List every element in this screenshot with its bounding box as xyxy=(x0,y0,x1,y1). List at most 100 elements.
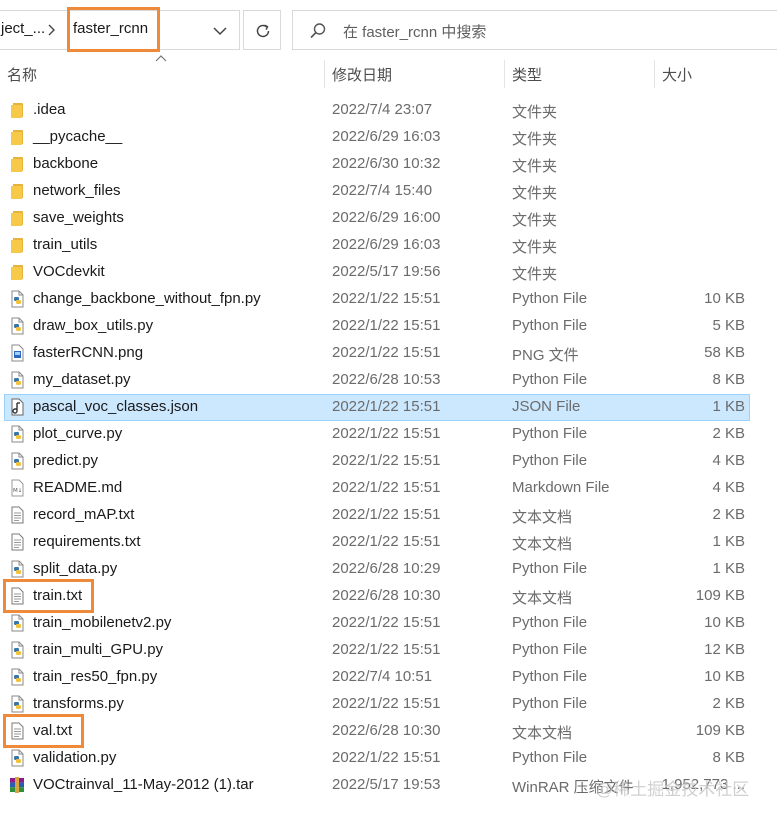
file-row[interactable]: train_multi_GPU.py 2022/1/22 15:51 Python … xyxy=(0,637,777,664)
file-row[interactable]: draw_box_utils.py 2022/1/22 15:51 Python F… xyxy=(0,313,777,340)
file-modified-date: 2022/1/22 15:51 xyxy=(332,533,441,550)
breadcrumb-current-highlight[interactable]: faster_rcnn xyxy=(67,7,160,52)
column-header-name[interactable]: 名称 xyxy=(7,64,37,85)
file-type: Python File xyxy=(512,425,588,442)
file-size: 2 KB xyxy=(712,695,745,712)
file-type: Python File xyxy=(512,641,588,658)
file-modified-date: 2022/1/22 15:51 xyxy=(332,641,441,658)
file-type: Python File xyxy=(512,317,588,334)
file-type: PNG 文件 xyxy=(512,347,579,364)
file-row[interactable]: backbone 2022/6/30 10:32 文件夹 xyxy=(0,151,777,178)
file-row[interactable]: save_weights 2022/6/29 16:00 文件夹 xyxy=(0,205,777,232)
file-modified-date: 2022/7/4 23:07 xyxy=(332,101,433,118)
file-type: Python File xyxy=(512,695,588,712)
column-header-type[interactable]: 类型 xyxy=(512,64,542,85)
file-modified-date: 2022/1/22 15:51 xyxy=(332,749,441,766)
file-size: 10 KB xyxy=(704,290,745,307)
file-name: split_data.py xyxy=(33,560,118,577)
file-name: train_multi_GPU.py xyxy=(33,641,164,658)
python-file-icon xyxy=(8,425,26,443)
file-modified-date: 2022/6/30 10:32 xyxy=(332,155,441,172)
file-row[interactable]: VOCdevkit 2022/5/17 19:56 文件夹 xyxy=(0,259,777,286)
search-box[interactable]: 在 faster_rcnn 中搜索 xyxy=(292,10,777,50)
file-name: validation.py xyxy=(33,749,117,766)
file-row[interactable]: __pycache__ 2022/6/29 16:03 文件夹 xyxy=(0,124,777,151)
file-modified-date: 2022/6/29 16:03 xyxy=(332,236,441,253)
chevron-down-icon[interactable] xyxy=(213,26,227,36)
file-row[interactable]: my_dataset.py 2022/6/28 10:53 Python File 8… xyxy=(0,367,777,394)
column-header-row: 名称 修改日期 类型 大小 xyxy=(0,55,777,88)
file-modified-date: 2022/1/22 15:51 xyxy=(332,506,441,523)
file-row[interactable]: requirements.txt 2022/1/22 15:51 文本文档 1 KB xyxy=(0,529,777,556)
file-type: Python File xyxy=(512,371,588,388)
file-row[interactable]: change_backbone_without_fpn.py 2022/1/22 … xyxy=(0,286,777,313)
file-row[interactable]: train_utils 2022/6/29 16:03 文件夹 xyxy=(0,232,777,259)
file-size: 5 KB xyxy=(712,317,745,334)
column-divider[interactable] xyxy=(654,60,655,88)
python-file-icon xyxy=(8,452,26,470)
png-file-icon xyxy=(8,344,26,362)
file-size: 58 KB xyxy=(704,344,745,361)
search-input[interactable]: 在 faster_rcnn 中搜索 xyxy=(343,21,486,42)
file-modified-date: 2022/1/22 15:51 xyxy=(332,317,441,334)
annotation-highlight-box xyxy=(3,579,95,613)
file-name: change_backbone_without_fpn.py xyxy=(33,290,261,307)
file-row[interactable]: split_data.py 2022/6/28 10:29 Python File 1… xyxy=(0,556,777,583)
file-type: Python File xyxy=(512,452,588,469)
file-row[interactable]: train_res50_fpn.py 2022/7/4 10:51 Python F… xyxy=(0,664,777,691)
chevron-right-icon[interactable] xyxy=(47,24,56,36)
file-size: 8 KB xyxy=(712,371,745,388)
file-type: JSON File xyxy=(512,398,581,415)
file-type: 文本文档 xyxy=(512,725,573,742)
file-name: my_dataset.py xyxy=(33,371,131,388)
column-divider[interactable] xyxy=(504,60,505,88)
column-header-size[interactable]: 大小 xyxy=(662,64,692,85)
sort-ascending-icon xyxy=(155,55,167,62)
folder-icon xyxy=(8,155,26,173)
file-size: 8 KB xyxy=(712,749,745,766)
column-header-date[interactable]: 修改日期 xyxy=(332,64,392,85)
file-type: 文本文档 xyxy=(512,536,573,553)
file-row[interactable]: .idea 2022/7/4 23:07 文件夹 xyxy=(0,97,777,124)
file-modified-date: 2022/6/28 10:29 xyxy=(332,560,441,577)
file-name: pascal_voc_classes.json xyxy=(33,398,199,415)
file-row[interactable]: train_mobilenetv2.py 2022/1/22 15:51 Pytho… xyxy=(0,610,777,637)
file-name: backbone xyxy=(33,155,99,172)
breadcrumb-parent[interactable]: ject_... xyxy=(1,20,45,37)
file-row[interactable]: val.txt 2022/6/28 10:30 文本文档 109 KB xyxy=(0,714,777,748)
folder-icon xyxy=(8,236,26,254)
search-icon xyxy=(310,23,326,39)
watermark: @稀土掘金技术社区 xyxy=(596,780,750,799)
file-row[interactable]: transforms.py 2022/1/22 15:51 Python File 2… xyxy=(0,691,777,718)
folder-icon xyxy=(8,128,26,146)
file-row[interactable]: predict.py 2022/1/22 15:51 Python File 4 KB xyxy=(0,448,777,475)
python-file-icon xyxy=(8,371,26,389)
file-size: 10 KB xyxy=(704,614,745,631)
refresh-button[interactable] xyxy=(243,10,281,50)
file-name: predict.py xyxy=(33,452,99,469)
file-size: 109 KB xyxy=(695,587,745,604)
file-name: VOCdevkit xyxy=(33,263,105,280)
file-row[interactable]: fasterRCNN.png 2022/1/22 15:51 PNG 文件 58 KB xyxy=(0,340,777,367)
file-row[interactable]: train.txt 2022/6/28 10:30 文本文档 109 KB xyxy=(0,579,777,613)
file-name: draw_box_utils.py xyxy=(33,317,154,334)
column-divider[interactable] xyxy=(324,60,325,88)
svg-text:M↓: M↓ xyxy=(13,487,22,494)
file-type: 文件夹 xyxy=(512,158,558,175)
file-type: Python File xyxy=(512,614,588,631)
file-row[interactable]: M↓ README.md 2022/1/22 15:51 Markdown File 4… xyxy=(0,475,777,502)
file-row[interactable]: pascal_voc_classes.json 2022/1/22 15:51 JS… xyxy=(0,394,777,421)
json-file-icon xyxy=(8,398,26,416)
file-type: Python File xyxy=(512,668,588,685)
file-type: 文件夹 xyxy=(512,131,558,148)
file-name: requirements.txt xyxy=(33,533,141,550)
file-type: 文件夹 xyxy=(512,266,558,283)
file-row[interactable]: plot_curve.py 2022/1/22 15:51 Python File 2… xyxy=(0,421,777,448)
file-modified-date: 2022/6/28 10:30 xyxy=(332,722,441,739)
file-row[interactable]: validation.py 2022/1/22 15:51 Python File 8… xyxy=(0,745,777,772)
breadcrumb-current[interactable]: faster_rcnn xyxy=(73,20,148,37)
file-row[interactable]: network_files 2022/7/4 15:40 文件夹 xyxy=(0,178,777,205)
file-row[interactable]: record_mAP.txt 2022/1/22 15:51 文本文档 2 KB xyxy=(0,502,777,529)
file-modified-date: 2022/1/22 15:51 xyxy=(332,344,441,361)
folder-icon xyxy=(8,209,26,227)
